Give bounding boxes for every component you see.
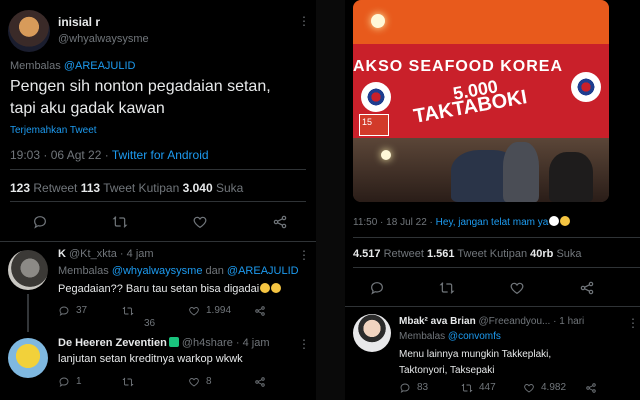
like-count: 8 [206, 376, 212, 387]
tweet-text: Pengen sih nonton pegadaian setan, tapi … [10, 78, 271, 117]
tweet-photo[interactable]: AKSO SEAFOOD KOREA 5.000 TAKTABOKI 15 [353, 0, 609, 202]
person [549, 152, 593, 202]
reply-count: 1 [76, 376, 82, 387]
divider [10, 201, 306, 202]
stall-sign: 15 [359, 114, 389, 136]
reply-icon[interactable] [58, 304, 70, 316]
replying-to: Membalas @convomfs [399, 331, 501, 342]
avatar[interactable] [353, 314, 391, 352]
author-name[interactable]: inisial r [58, 15, 100, 29]
reply-author-name[interactable]: Mbak² ava Brian @Freeandyou... · 1 hari [399, 316, 584, 327]
reply-text: Menu lainnya mungkin Takkeplaki, Taktony… [399, 349, 552, 376]
retweet-count: 36 [144, 318, 156, 329]
reply-icon[interactable] [32, 214, 48, 230]
retweet-icon[interactable] [112, 214, 128, 230]
retweet-icon[interactable] [439, 280, 455, 296]
tweet-meta: 19:03 · 06 Agt 22 · Twitter for Android [10, 148, 209, 162]
heart-icon[interactable] [188, 375, 200, 387]
person [503, 142, 539, 202]
lamp [371, 14, 385, 28]
korea-flag-icon [361, 82, 391, 112]
more-icon[interactable]: ⋮ [627, 316, 639, 330]
reply-count: 83 [417, 382, 429, 393]
emoji [560, 216, 571, 226]
share-icon[interactable] [254, 304, 266, 316]
emoji [549, 216, 560, 226]
lamp [381, 150, 391, 160]
replying-to: Membalas @whyalwaysysme dan @AREAJULID [58, 265, 299, 277]
like-count: 4.982 [541, 382, 567, 393]
caption-text: Hey, jangan telat mam ya [435, 217, 549, 228]
reply-icon[interactable] [399, 381, 411, 393]
more-icon[interactable]: ⋮ [298, 14, 310, 28]
gutter [316, 0, 345, 400]
emoji [271, 283, 282, 293]
thread-line [27, 294, 29, 332]
right-tweet-panel: AKSO SEAFOOD KOREA 5.000 TAKTABOKI 15 11… [345, 0, 640, 400]
tweet-meta: 11:50 · 18 Jul 22 · Hey, jangan telat ma… [353, 216, 571, 228]
more-icon[interactable]: ⋮ [298, 337, 310, 351]
retweet-count: 447 [479, 382, 496, 393]
more-icon[interactable]: ⋮ [298, 248, 310, 262]
retweet-icon[interactable] [122, 375, 134, 387]
avatar[interactable] [8, 338, 48, 378]
share-icon[interactable] [585, 381, 597, 393]
reply-author-name[interactable]: De Heeren Zeventien @h4share · 4 jam [58, 337, 269, 349]
replying-to: Membalas @AREAJULID [10, 60, 136, 72]
translate-link[interactable]: Terjemahkan Tweet [10, 125, 97, 136]
avatar[interactable] [8, 250, 48, 290]
banner-title: AKSO SEAFOOD KOREA [353, 58, 564, 75]
divider [345, 306, 640, 307]
reply-text: lanjutan setan kreditnya warkop wkwk [58, 353, 243, 365]
left-tweet-panel: inisial r @whyalwaysysme ⋮ Membalas @ARE… [0, 0, 316, 400]
reply-icon[interactable] [58, 375, 70, 387]
verified-badge-icon [168, 337, 179, 347]
divider [0, 241, 316, 242]
avatar[interactable] [8, 10, 50, 52]
like-count: 1.994 [206, 305, 232, 316]
heart-icon[interactable] [523, 381, 535, 393]
author-handle[interactable]: @whyalwaysysme [58, 33, 149, 45]
reply-icon[interactable] [369, 280, 385, 296]
tweet-stats: 4.517 Retweet 1.561 Tweet Kutipan 40rb S… [353, 248, 582, 260]
share-icon[interactable] [579, 280, 595, 296]
client-link[interactable]: Twitter for Android [112, 148, 209, 162]
heart-icon[interactable] [188, 304, 200, 316]
heart-icon[interactable] [509, 280, 525, 296]
divider [10, 169, 306, 170]
reply-to-link[interactable]: @AREAJULID [64, 60, 136, 72]
share-icon[interactable] [254, 375, 266, 387]
divider [353, 267, 640, 268]
reply-text: Pegadaian?? Baru tau setan bisa digadai [58, 283, 282, 295]
retweet-icon[interactable] [461, 381, 473, 393]
reply-count: 37 [76, 305, 88, 316]
tweet-stats: 123 Retweet 113 Tweet Kutipan 3.040 Suka [10, 181, 244, 195]
retweet-icon[interactable] [122, 304, 134, 316]
korea-flag-icon [571, 72, 601, 102]
reply-author-name[interactable]: K @Kt_xkta · 4 jam [58, 248, 154, 260]
emoji [260, 283, 271, 293]
share-icon[interactable] [272, 214, 288, 230]
divider [353, 237, 640, 238]
heart-icon[interactable] [192, 214, 208, 230]
